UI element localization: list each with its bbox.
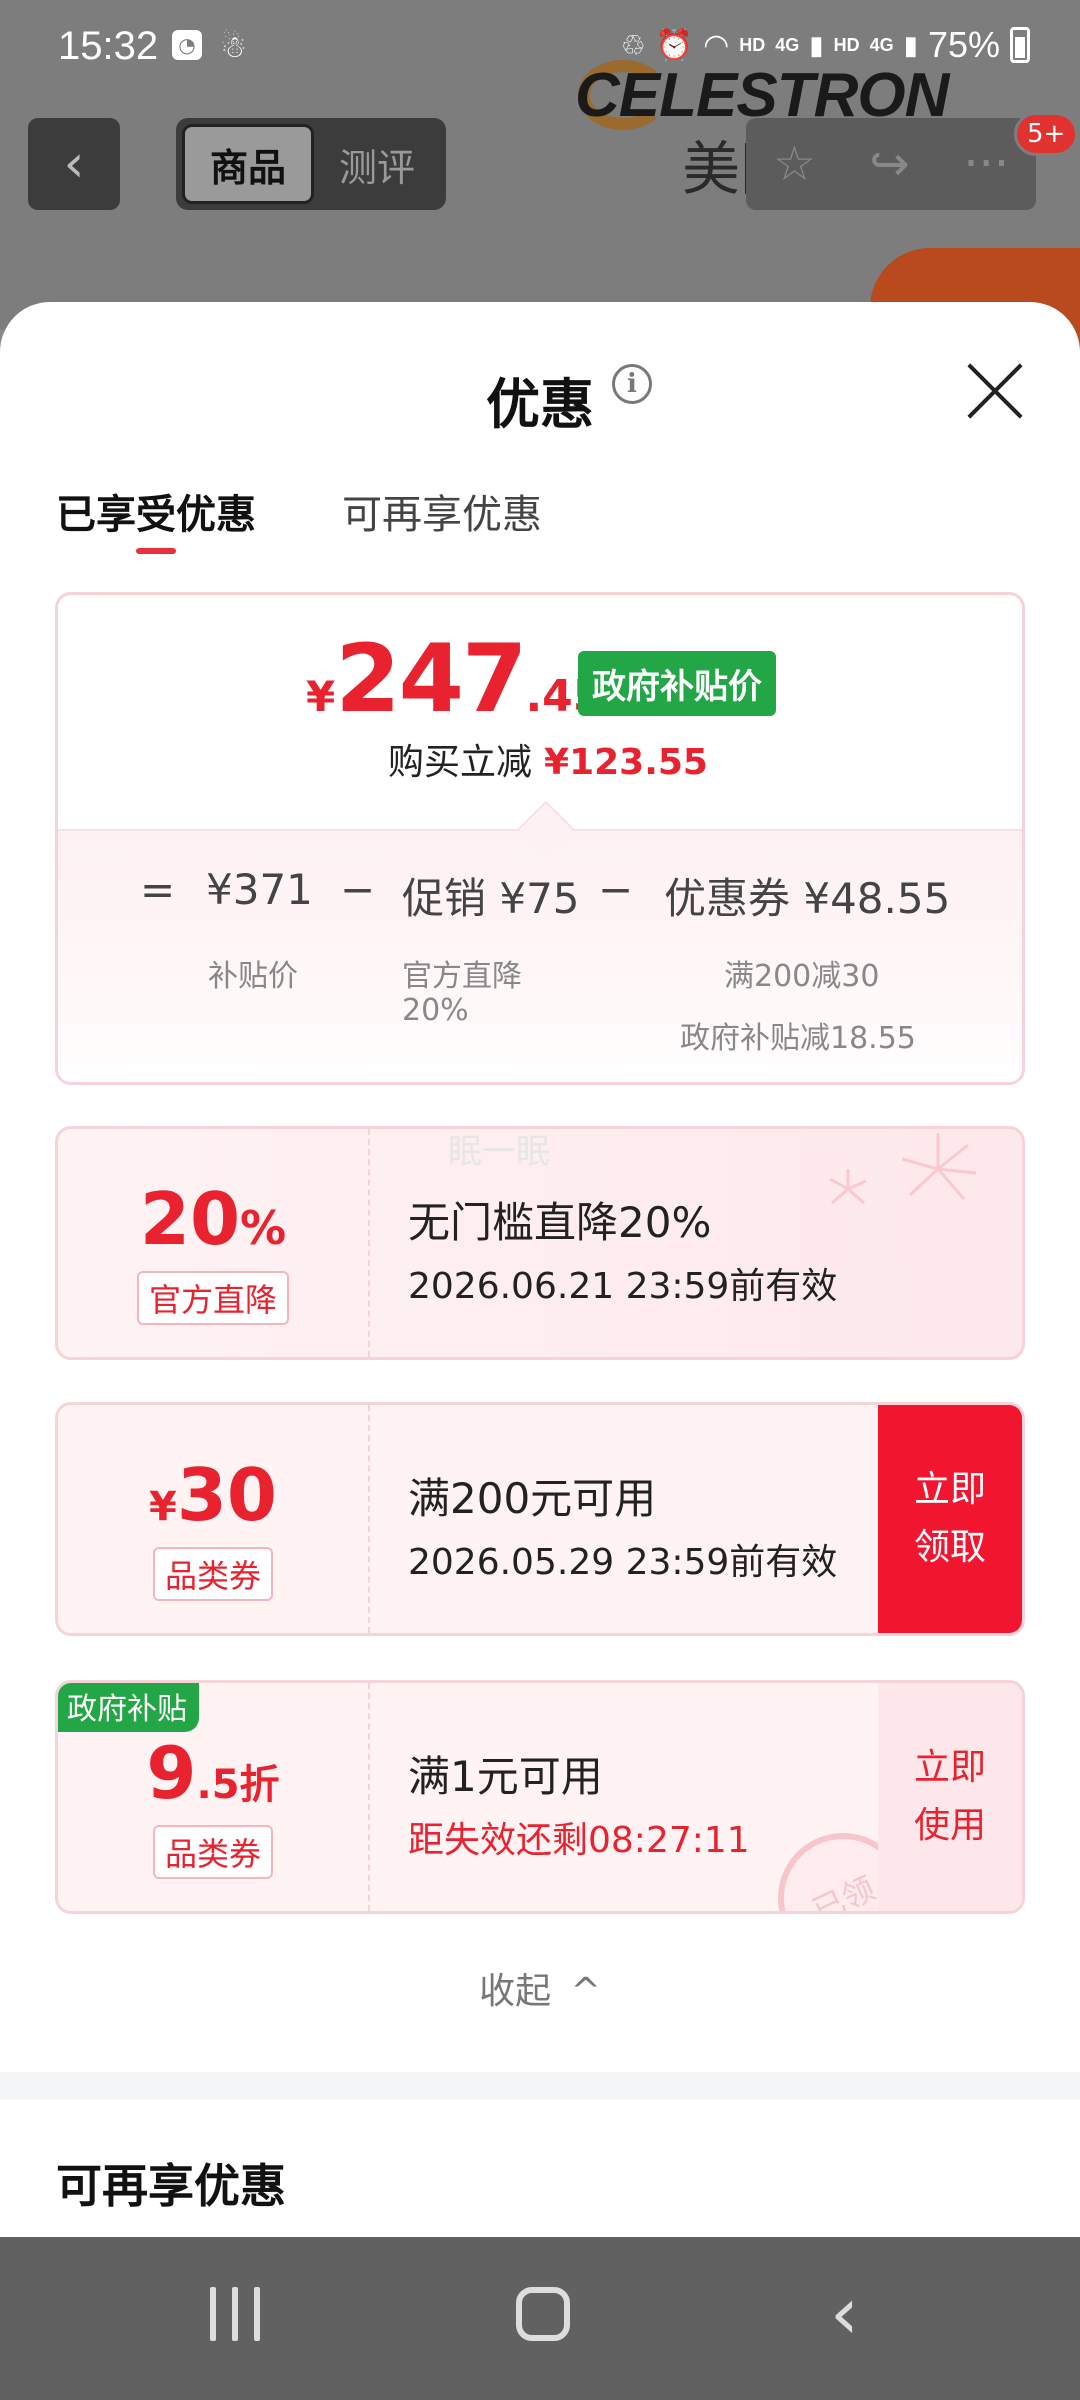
sheet-title: 优惠: [486, 373, 594, 436]
coupon-value-area: 20% 官方直降: [58, 1129, 368, 1357]
discount-sheet: 优惠 i 已享受优惠 可再享优惠 ¥ 247 .45 政府补贴价 购买立减 ¥12…: [0, 302, 1080, 2237]
coupon-title: 满200元可用: [408, 1474, 657, 1523]
alarm-icon: ⏰: [655, 28, 694, 62]
status-time: 15:32: [58, 24, 159, 68]
coupon-divider: [368, 1683, 370, 1911]
tab-enjoyed-discounts[interactable]: 已享受优惠: [56, 482, 256, 540]
promo-amount: 促销 ¥75: [402, 874, 580, 923]
promo-label: 官方直降: [402, 959, 522, 994]
battery-icon: [1010, 27, 1030, 63]
home-icon[interactable]: [516, 2287, 570, 2341]
network-label-2: 4G: [869, 34, 894, 55]
recents-icon[interactable]: [210, 2287, 260, 2341]
close-icon[interactable]: [964, 360, 1026, 422]
coupon-title: 满1元可用: [408, 1752, 603, 1801]
tab-review[interactable]: 测评: [314, 124, 440, 204]
coupon-value-suffix: %: [240, 1201, 287, 1255]
tab-product[interactable]: 商品: [182, 124, 314, 204]
more-discounts-section-title: 可再享优惠: [56, 2159, 286, 2213]
wifi-icon: ◠: [703, 28, 730, 62]
assistant-icon: ☃: [220, 30, 247, 65]
coupon-type-tag: 品类券: [152, 1825, 274, 1879]
coupon-value-area: ¥30 品类券: [58, 1405, 368, 1633]
use-button-line-1: 立即: [913, 1747, 986, 1788]
coupon-value-main: 9: [146, 1731, 197, 1815]
price-formula: = ¥371 − 促销 ¥75 − 优惠券 ¥48.55: [58, 865, 1022, 925]
use-coupon-button[interactable]: 立即 使用: [878, 1683, 1022, 1911]
page-tab-switch: 商品 测评: [176, 118, 446, 210]
purchase-reduction: 购买立减 ¥123.55: [388, 733, 708, 785]
status-left-icons: ◔ ☃: [172, 30, 247, 65]
coupon-label-2: 政府补贴减18.55: [680, 1021, 916, 1056]
section-divider: [0, 2072, 1080, 2100]
price-summary-card: ¥ 247 .45 政府补贴价 购买立减 ¥123.55 = ¥371 − 促销 …: [55, 592, 1025, 1085]
coupon-value-main: 30: [176, 1453, 278, 1537]
coupon-value: 9.5折: [58, 1731, 368, 1815]
coupon-value: 20%: [58, 1177, 368, 1261]
coupon-type-tag: 品类券: [152, 1547, 274, 1601]
coupon-card: ¥30 品类券 满200元可用 2026.05.29 23:59前有效 立即领取: [55, 1402, 1025, 1636]
claim-coupon-button[interactable]: 立即 领取: [878, 1405, 1022, 1633]
hd-label-2: HD: [833, 34, 860, 55]
fireworks-decoration: [829, 1133, 977, 1205]
notification-badge: 5+: [1014, 112, 1079, 156]
system-nav-bar: ‹: [0, 2237, 1080, 2400]
coupon-value-suffix: .5折: [196, 1762, 280, 1808]
tab-indicator: [136, 548, 176, 554]
coupon-countdown: 距失效还剩08:27:11: [408, 1820, 750, 1861]
coupon-divider: [368, 1405, 370, 1633]
summary-breakdown: = ¥371 − 促销 ¥75 − 优惠券 ¥48.55 补贴价 官方直降 20…: [58, 829, 1022, 1082]
recycle-icon: ♲: [620, 29, 646, 61]
price-integer: 247: [335, 625, 527, 734]
chevron-up-icon: ^: [570, 1971, 601, 2012]
final-price: ¥ 247 .45: [306, 625, 603, 734]
collapse-button[interactable]: 收起 ^: [0, 1962, 1080, 2014]
coupon-amount: 优惠券 ¥48.55: [664, 874, 951, 923]
minus-sign-1: −: [340, 865, 376, 914]
status-bar: 15:32 ◔ ☃ ♲ ⏰ ◠ HD 4G ▮ HD 4G ▮ 75%: [0, 0, 1080, 100]
watermark-text: 眠一眠: [448, 1132, 550, 1172]
coupon-expiry: 2026.05.29 23:59前有效: [408, 1542, 838, 1583]
signal-icon-1: ▮: [809, 29, 824, 60]
coupon-label-1: 满200减30: [724, 959, 880, 994]
favorite-star-icon[interactable]: ☆: [773, 136, 816, 192]
use-button-line-2: 使用: [913, 1805, 986, 1846]
coupon-value-main: 20: [139, 1177, 241, 1261]
claim-button-line-1: 立即: [913, 1469, 986, 1510]
coupon-type-tag: 官方直降: [136, 1271, 290, 1325]
coupon-title: 无门槛直降20%: [408, 1198, 712, 1247]
reduction-value: ¥123.55: [544, 742, 708, 783]
signal-icon-2: ▮: [903, 29, 918, 60]
back-button[interactable]: ‹: [28, 118, 120, 210]
app-notification-icon: ◔: [172, 30, 202, 60]
coupon-value-prefix: ¥: [148, 1484, 177, 1530]
top-actions: ☆ ↪ ···: [746, 118, 1036, 210]
system-back-icon[interactable]: ‹: [830, 2271, 859, 2355]
coupon-divider: [368, 1129, 370, 1357]
chevron-left-icon: ‹: [63, 134, 85, 194]
gov-subsidy-price-tag: 政府补贴价: [578, 651, 776, 716]
tab-more-discounts[interactable]: 可再享优惠: [342, 482, 542, 540]
share-icon[interactable]: ↪: [870, 136, 910, 192]
more-icon[interactable]: ···: [963, 136, 1009, 192]
subsidy-base-price: ¥371: [206, 865, 313, 914]
collapse-label: 收起: [479, 1971, 552, 2012]
reduction-label: 购买立减: [388, 742, 533, 783]
network-label-1: 4G: [775, 34, 800, 55]
claim-button-line-2: 领取: [913, 1527, 986, 1568]
info-icon[interactable]: i: [612, 364, 652, 404]
coupon-card: 9.5折 品类券 政府补贴 满1元可用 距失效还剩08:27:11 已领 立即使…: [55, 1680, 1025, 1914]
status-right: ♲ ⏰ ◠ HD 4G ▮ HD 4G ▮ 75%: [621, 24, 1030, 66]
hd-label-1: HD: [739, 34, 766, 55]
coupon-expiry: 2026.06.21 23:59前有效: [408, 1266, 838, 1307]
summary-top: ¥ 247 .45 政府补贴价 购买立减 ¥123.55: [58, 595, 1022, 829]
currency-symbol: ¥: [306, 672, 336, 721]
battery-percent: 75%: [927, 24, 1000, 65]
equals-sign: =: [140, 865, 176, 914]
base-price-label: 补贴价: [208, 959, 298, 994]
minus-sign-2: −: [598, 865, 634, 914]
coupon-value: ¥30: [58, 1453, 368, 1537]
gov-subsidy-corner-tag: 政府补贴: [58, 1683, 199, 1732]
promo-percent: 20%: [402, 993, 469, 1028]
